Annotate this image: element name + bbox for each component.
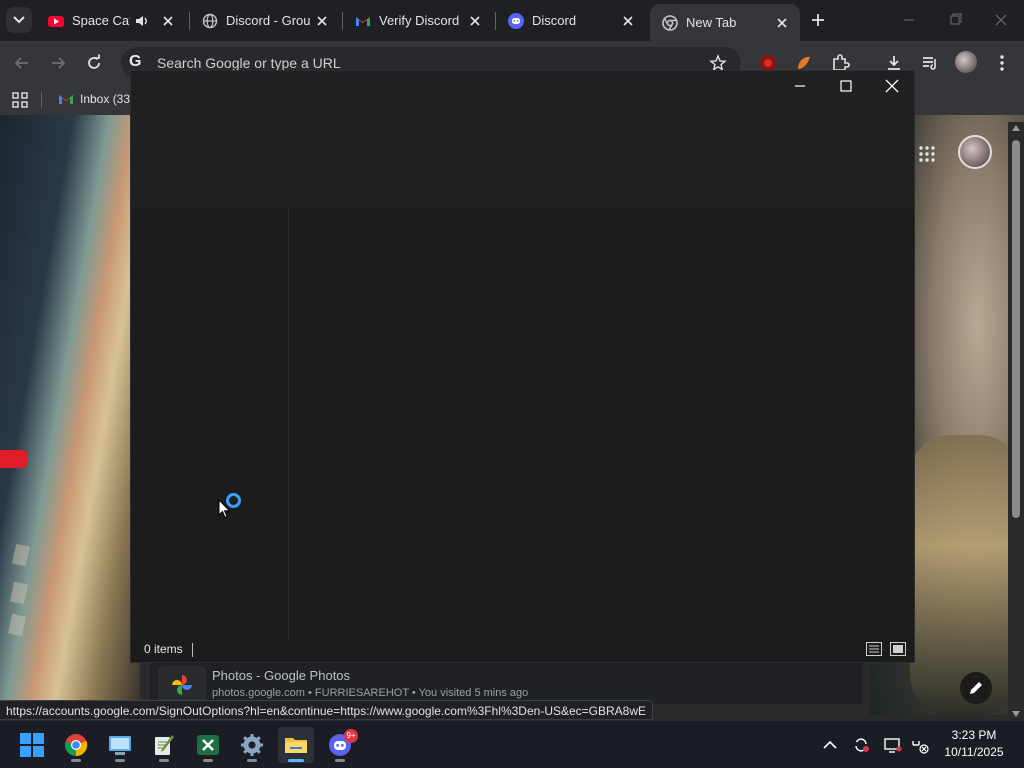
- taskbar-file-explorer[interactable]: [278, 727, 314, 763]
- gmail-icon: [355, 13, 371, 29]
- taskbar-discord[interactable]: 9+: [322, 727, 358, 763]
- close-window-button[interactable]: [978, 0, 1024, 40]
- back-arrow-icon[interactable]: [12, 53, 32, 73]
- suggestion-subtitle: photos.google.com • FURRIESAREHOT • You …: [212, 687, 529, 699]
- bookmark-inbox[interactable]: Inbox (33: [58, 91, 130, 107]
- tab-title: New Tab: [686, 15, 737, 30]
- page-scrollbar[interactable]: [1008, 122, 1024, 720]
- mouse-pointer-icon: [218, 498, 232, 522]
- tab-discord-group[interactable]: Discord - Group: [190, 0, 340, 41]
- suggestion-title: Photos - Google Photos: [212, 668, 351, 683]
- google-apps-icon[interactable]: [918, 145, 936, 166]
- explorer-status-bar: 0 items: [131, 638, 914, 662]
- restore-window-button[interactable]: [932, 0, 978, 40]
- tab-new-tab[interactable]: New Tab: [650, 4, 800, 41]
- tab-discord[interactable]: Discord: [496, 0, 646, 41]
- taskbar-control-panel[interactable]: [102, 727, 138, 763]
- link-status-bubble: https://accounts.google.com/SignOutOptio…: [0, 700, 654, 720]
- speaker-icon[interactable]: [134, 13, 150, 29]
- close-tab-icon[interactable]: [467, 13, 483, 29]
- suggestion-tile[interactable]: Photos - Google Photos photos.google.com…: [150, 660, 862, 704]
- start-button[interactable]: [14, 727, 50, 763]
- google-account-avatar[interactable]: [958, 135, 992, 169]
- clock-date: 10/11/2025: [944, 745, 1004, 759]
- reload-icon[interactable]: [84, 53, 104, 73]
- omnibox-placeholder: Search Google or type a URL: [157, 55, 341, 71]
- media-controls-icon[interactable]: [920, 53, 940, 73]
- customize-pencil-button[interactable]: [960, 672, 992, 704]
- network-disconnected-icon[interactable]: [911, 736, 929, 754]
- profile-avatar[interactable]: [955, 51, 977, 73]
- file-explorer-window: 0 items: [130, 70, 915, 663]
- close-tab-icon[interactable]: [620, 13, 636, 29]
- close-tab-icon[interactable]: [774, 15, 790, 31]
- sync-alert-icon[interactable]: [852, 736, 870, 754]
- close-tab-icon[interactable]: [160, 13, 176, 29]
- menu-kebab-icon[interactable]: [992, 53, 1012, 73]
- apps-grid-icon[interactable]: [12, 92, 28, 111]
- item-count: 0 items: [144, 642, 183, 656]
- tab-title: Verify Discord I: [379, 13, 463, 28]
- taskbar-clock[interactable]: 3:23 PM 10/11/2025: [938, 727, 1010, 761]
- large-icons-view-icon[interactable]: [890, 642, 906, 656]
- discord-icon: [508, 12, 524, 29]
- new-tab-button[interactable]: [808, 10, 828, 30]
- show-hidden-icons-chevron[interactable]: [821, 736, 839, 754]
- bookmark-label: Inbox (33: [80, 92, 131, 106]
- google-g-icon: G: [129, 53, 142, 70]
- tab-verify-discord[interactable]: Verify Discord I: [343, 0, 493, 41]
- tab-strip: Space Cats Discord - Group Verify Discor…: [0, 0, 1024, 41]
- details-view-icon[interactable]: [866, 642, 882, 656]
- tab-space-cats[interactable]: Space Cats: [36, 0, 186, 41]
- explorer-minimize-button[interactable]: [777, 71, 823, 101]
- background-image-left: [0, 115, 140, 705]
- tab-title: Discord: [532, 13, 577, 28]
- close-tab-icon[interactable]: [314, 13, 330, 29]
- gmail-icon: [59, 95, 73, 104]
- minimize-window-button[interactable]: [886, 0, 932, 40]
- explorer-close-button[interactable]: [869, 71, 915, 101]
- scrollbar-thumb[interactable]: [1012, 140, 1020, 518]
- windows-taskbar: 9+ 3:23 PM 10/11/2025: [0, 720, 1024, 768]
- taskbar-excel[interactable]: [190, 727, 226, 763]
- taskbar-notepad-plus[interactable]: [146, 727, 182, 763]
- notification-badge: 9+: [344, 729, 358, 743]
- display-icon[interactable]: [884, 736, 902, 754]
- tab-search-button[interactable]: [6, 7, 32, 33]
- clock-time: 3:23 PM: [951, 728, 997, 742]
- chrome-icon: [662, 14, 678, 31]
- taskbar-settings[interactable]: [234, 727, 270, 763]
- tab-title: Discord - Group: [226, 13, 310, 28]
- globe-icon: [202, 13, 218, 29]
- forward-arrow-icon[interactable]: [48, 53, 68, 73]
- taskbar-chrome[interactable]: [58, 727, 94, 763]
- explorer-maximize-button[interactable]: [823, 71, 869, 101]
- google-photos-icon: [158, 666, 206, 704]
- explorer-navigation-pane[interactable]: [131, 208, 289, 640]
- tab-title: Space Cats: [72, 13, 130, 28]
- youtube-icon: [48, 13, 64, 29]
